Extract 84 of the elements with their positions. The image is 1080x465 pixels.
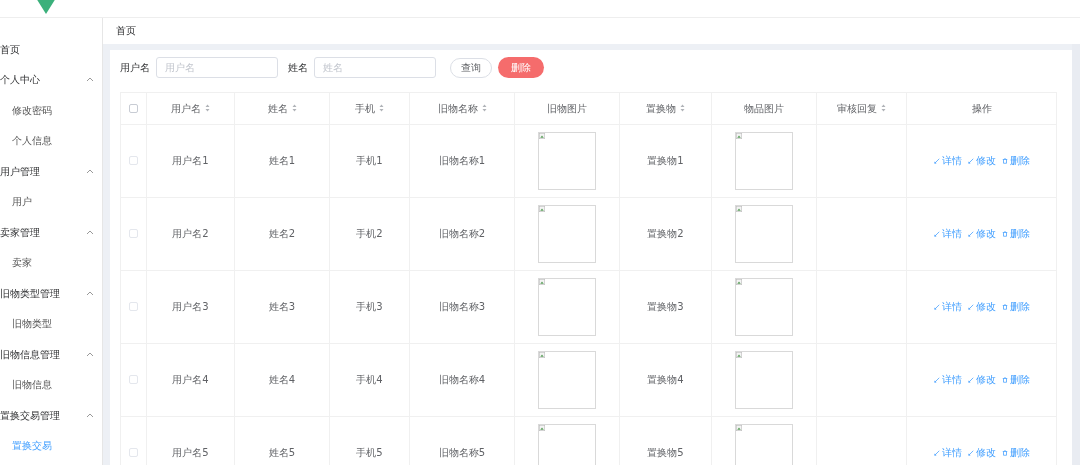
sidebar-item[interactable]: 旧物信息 — [0, 369, 102, 400]
sidebar-item[interactable]: 首页 — [0, 34, 102, 65]
column-header[interactable]: 姓名 — [267, 100, 288, 116]
edit-icon — [967, 449, 974, 456]
table-cell-text: 手机1 — [356, 154, 383, 168]
broken-image-icon — [736, 424, 742, 431]
broken-image-icon — [539, 424, 545, 431]
checkbox[interactable] — [129, 103, 138, 113]
edit-icon — [967, 157, 974, 164]
column-header[interactable]: 旧物图片 — [547, 100, 587, 116]
column-header[interactable]: 旧物名称 — [437, 100, 478, 116]
column-header[interactable]: 置换物 — [646, 100, 676, 116]
menu-group-label[interactable]: 旧物类型管理 — [0, 285, 60, 301]
sidebar-item[interactable]: 卖家 — [0, 247, 102, 278]
table-cell-text: 置换物1 — [647, 154, 684, 168]
edit-icon — [967, 303, 974, 310]
column-header[interactable]: 审核回复 — [837, 100, 877, 116]
checkbox[interactable] — [129, 375, 138, 384]
table-cell-text: 用户名3 — [172, 300, 209, 314]
checkbox[interactable] — [129, 156, 138, 165]
checkbox[interactable] — [129, 229, 138, 238]
table-cell-text: 旧物名称4 — [438, 373, 486, 387]
logo-icon — [36, 0, 56, 14]
table-cell-text: 姓名2 — [268, 227, 296, 241]
broken-image-icon — [539, 351, 545, 358]
table-cell-text: 旧物名称3 — [438, 300, 486, 314]
broken-image-icon — [736, 351, 742, 358]
trash-icon — [1001, 157, 1008, 164]
column-header[interactable]: 操作 — [971, 100, 992, 116]
table-cell-text: 置换物5 — [647, 446, 684, 460]
broken-image-icon — [736, 205, 742, 212]
trash-icon — [1001, 303, 1008, 310]
column-header[interactable]: 手机 — [355, 100, 375, 116]
menu-group-label[interactable]: 卖家管理 — [0, 224, 40, 240]
broken-image-icon — [539, 132, 545, 139]
table-cell-text: 置换物4 — [647, 373, 684, 387]
table-cell-text: 用户名5 — [172, 446, 209, 460]
table-cell-text: 置换物3 — [647, 300, 684, 314]
column-header[interactable]: 用户名 — [171, 100, 201, 116]
table-cell-text: 姓名5 — [268, 446, 296, 460]
menu-group-label[interactable]: 用户管理 — [0, 163, 40, 179]
sort-icon — [680, 104, 685, 112]
table-cell-text: 手机4 — [356, 373, 383, 387]
edit-icon — [967, 376, 974, 383]
table-cell-text: 手机5 — [356, 446, 383, 460]
table-cell-text: 姓名1 — [268, 154, 296, 168]
checkbox[interactable] — [129, 448, 138, 457]
broken-image-icon — [736, 278, 742, 285]
table-cell-text: 旧物名称1 — [438, 154, 486, 168]
sort-icon — [205, 104, 210, 112]
table-cell-text: 用户名1 — [172, 154, 209, 168]
menu-group-label[interactable]: 个人中心 — [0, 72, 40, 88]
sort-icon — [881, 104, 886, 112]
broken-image-icon — [539, 205, 545, 212]
table-cell-text: 旧物名称5 — [438, 446, 486, 460]
broken-image-icon — [539, 278, 545, 285]
field-label: 姓名 — [288, 61, 308, 75]
table-cell-text: 手机3 — [356, 300, 383, 314]
sidebar-item[interactable]: 旧物类型 — [0, 308, 102, 339]
edit-icon — [967, 230, 974, 237]
broken-image-icon — [736, 132, 742, 139]
table-cell-text: 用户名2 — [172, 227, 209, 241]
trash-icon — [1001, 449, 1008, 456]
sort-icon — [481, 104, 487, 112]
table-cell-text: 手机2 — [356, 227, 383, 241]
menu-group-label[interactable]: 旧物信息管理 — [0, 346, 60, 362]
table-cell-text: 旧物名称2 — [438, 227, 486, 241]
sidebar-item[interactable]: 用户 — [0, 186, 102, 217]
column-header[interactable]: 物品图片 — [744, 100, 784, 116]
table-cell-text: 置换物2 — [647, 227, 684, 241]
breadcrumb-item[interactable]: 首页 — [116, 23, 136, 39]
table-cell-text: 姓名4 — [268, 373, 296, 387]
checkbox[interactable] — [129, 302, 138, 311]
sort-icon — [379, 104, 384, 112]
table-cell-text: 用户名4 — [172, 373, 209, 387]
table-cell-text: 姓名3 — [268, 300, 296, 314]
field-label: 用户名 — [120, 61, 150, 75]
sidebar-item[interactable]: 修改密码 — [0, 95, 102, 126]
sort-icon — [291, 104, 297, 112]
trash-icon — [1001, 230, 1008, 237]
search-button[interactable]: 查询 — [450, 57, 492, 78]
menu-group-label[interactable]: 置换交易管理 — [0, 407, 60, 423]
sidebar-item[interactable]: 个人信息 — [0, 125, 102, 156]
trash-icon — [1001, 376, 1008, 383]
